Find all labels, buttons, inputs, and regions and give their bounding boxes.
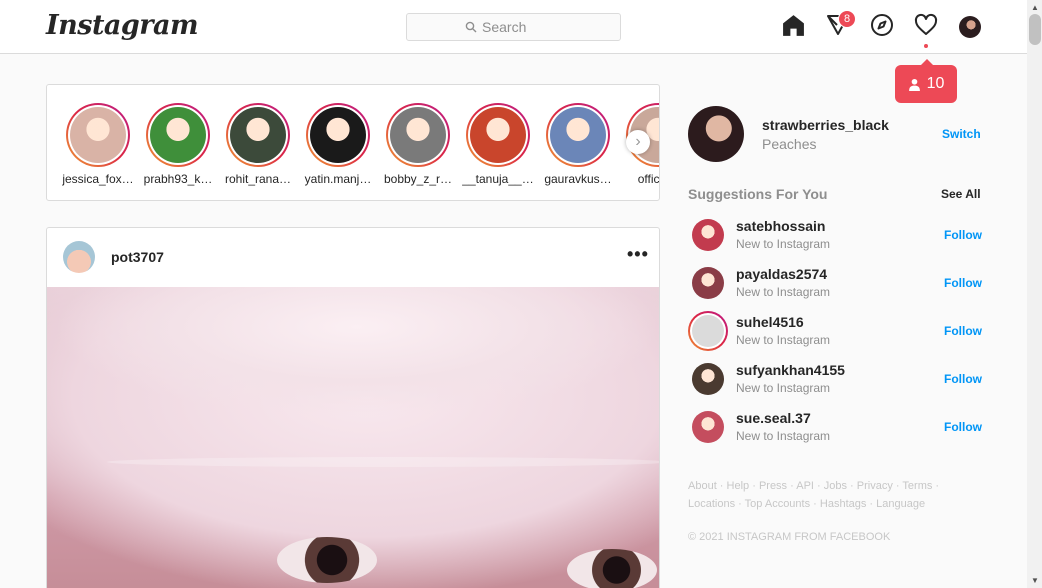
- story-username: official_: [637, 172, 660, 186]
- activity-follow-notification[interactable]: 10: [895, 59, 957, 103]
- scrollbar-thumb[interactable]: [1029, 14, 1041, 45]
- suggestion-row: payaldas2574 New to Instagram Follow: [688, 263, 982, 303]
- story-username: rohit_rana…: [224, 172, 292, 186]
- footer-link[interactable]: Press: [759, 480, 787, 492]
- feed-post: pot3707 •••: [46, 227, 660, 588]
- post-image[interactable]: [47, 287, 659, 588]
- explore-compass-icon[interactable]: [870, 13, 894, 37]
- story-username: bobby_z_r…: [383, 172, 453, 186]
- footer-link[interactable]: Top Accounts: [745, 498, 810, 510]
- story-avatar: [550, 107, 606, 163]
- stories-next-arrow-icon[interactable]: ›: [626, 130, 650, 154]
- footer-link[interactable]: Locations: [688, 498, 735, 510]
- post-author-username[interactable]: pot3707: [111, 249, 164, 265]
- follow-button[interactable]: Follow: [944, 228, 982, 242]
- search-input[interactable]: [482, 19, 562, 35]
- footer-copyright: © 2021 INSTAGRAM FROM FACEBOOK: [688, 531, 891, 543]
- suggestion-username[interactable]: satebhossain: [736, 218, 825, 234]
- stories-tray: jessica_fox… prabh93_k… rohit_rana… yati…: [46, 84, 660, 201]
- story-avatar: [230, 107, 286, 163]
- follow-request-count: 10: [926, 75, 945, 92]
- story-username: __tanuja__…: [462, 172, 534, 186]
- instagram-logo[interactable]: Instagram: [46, 10, 199, 41]
- footer-link[interactable]: Jobs: [824, 480, 847, 492]
- image-detail: [107, 457, 659, 467]
- story-item[interactable]: rohit_rana…: [218, 103, 298, 186]
- story-avatar: [70, 107, 126, 163]
- post-author-avatar[interactable]: [63, 241, 95, 273]
- default-avatar-icon: [692, 315, 724, 347]
- footer-link[interactable]: Language: [876, 498, 925, 510]
- profile-avatar-button[interactable]: [959, 16, 981, 38]
- home-icon[interactable]: [781, 13, 806, 38]
- suggestion-row: sue.seal.37 New to Instagram Follow: [688, 407, 982, 447]
- search-box[interactable]: [406, 13, 621, 41]
- story-item[interactable]: prabh93_k…: [138, 103, 218, 186]
- current-user-avatar[interactable]: [688, 106, 744, 162]
- suggestion-avatar[interactable]: [692, 219, 724, 251]
- suggestion-avatar[interactable]: [692, 411, 724, 443]
- suggestion-row: suhel4516 New to Instagram Follow: [688, 311, 982, 351]
- suggestion-row: sufyankhan4155 New to Instagram Follow: [688, 359, 982, 399]
- suggestion-subtitle: New to Instagram: [736, 429, 831, 443]
- activity-heart-icon[interactable]: [914, 13, 938, 37]
- story-username: jessica_fox…: [62, 172, 134, 186]
- page-scrollbar[interactable]: [1027, 0, 1042, 588]
- footer-link[interactable]: About: [688, 480, 717, 492]
- current-user-fullname: Peaches: [762, 136, 817, 152]
- scroll-up-arrow-icon[interactable]: ▲: [1031, 3, 1039, 12]
- search-icon: [465, 21, 477, 33]
- story-avatar: [310, 107, 366, 163]
- image-detail: [567, 549, 657, 588]
- story-username: prabh93_k…: [143, 172, 213, 186]
- story-item[interactable]: __tanuja__…: [458, 103, 538, 186]
- story-item[interactable]: jessica_fox…: [58, 103, 138, 186]
- suggestion-avatar-story-ring[interactable]: [688, 311, 728, 351]
- suggestion-avatar[interactable]: [692, 363, 724, 395]
- footer-link[interactable]: Help: [727, 480, 750, 492]
- footer-link[interactable]: API: [796, 480, 814, 492]
- post-options-icon[interactable]: •••: [627, 244, 649, 265]
- story-item[interactable]: gauravkus…: [538, 103, 618, 186]
- footer-links-line-1: About · Help · Press · API · Jobs · Priv…: [688, 480, 940, 492]
- person-icon: [908, 78, 920, 91]
- direct-unread-badge: 8: [838, 10, 856, 28]
- follow-button[interactable]: Follow: [944, 420, 982, 434]
- story-username: yatin.manj…: [304, 172, 372, 186]
- story-avatar: [150, 107, 206, 163]
- suggestion-subtitle: New to Instagram: [736, 237, 831, 251]
- follow-button[interactable]: Follow: [944, 372, 982, 386]
- footer-link[interactable]: Privacy: [857, 480, 893, 492]
- story-item[interactable]: bobby_z_r…: [378, 103, 458, 186]
- image-detail: [277, 537, 377, 583]
- see-all-link[interactable]: See All: [941, 187, 981, 201]
- switch-account-button[interactable]: Switch: [942, 127, 981, 141]
- suggestion-row: satebhossain New to Instagram Follow: [688, 215, 982, 255]
- follow-button[interactable]: Follow: [944, 324, 982, 338]
- story-item[interactable]: yatin.manj…: [298, 103, 378, 186]
- suggestion-subtitle: New to Instagram: [736, 333, 831, 347]
- follow-button[interactable]: Follow: [944, 276, 982, 290]
- suggestion-avatar[interactable]: [692, 267, 724, 299]
- suggestion-subtitle: New to Instagram: [736, 285, 831, 299]
- footer-link[interactable]: Hashtags: [820, 498, 866, 510]
- suggestion-username[interactable]: suhel4516: [736, 314, 804, 330]
- activity-indicator-dot: [924, 44, 928, 48]
- suggestion-username[interactable]: sue.seal.37: [736, 410, 811, 426]
- footer-links-line-2: Locations · Top Accounts · Hashtags · La…: [688, 498, 926, 510]
- current-user-username[interactable]: strawberries_black: [762, 117, 889, 133]
- suggestions-heading: Suggestions For You: [688, 186, 828, 202]
- story-username: gauravkus…: [544, 172, 612, 186]
- story-avatar: [470, 107, 526, 163]
- suggestion-username[interactable]: sufyankhan4155: [736, 362, 845, 378]
- scroll-down-arrow-icon[interactable]: ▼: [1031, 576, 1039, 585]
- footer-link[interactable]: Terms: [902, 480, 932, 492]
- story-avatar: [390, 107, 446, 163]
- suggestion-subtitle: New to Instagram: [736, 381, 831, 395]
- suggestion-username[interactable]: payaldas2574: [736, 266, 827, 282]
